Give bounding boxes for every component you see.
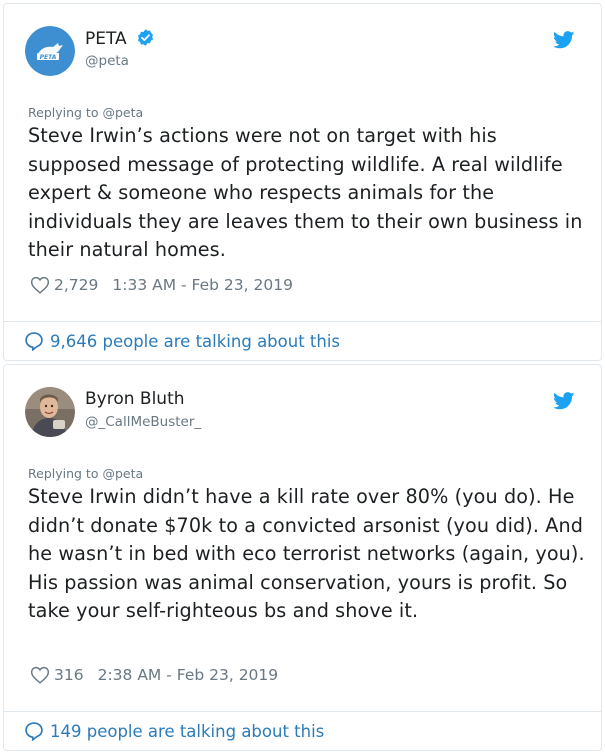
peta-logo-icon: PETA: [25, 26, 75, 76]
talking-text[interactable]: 9,646 people are talking about this: [50, 332, 340, 351]
handle[interactable]: @peta: [85, 53, 129, 69]
twitter-bird-icon[interactable]: [553, 392, 575, 414]
name-row: PETA: [85, 28, 155, 51]
speech-bubble-icon: [24, 721, 44, 741]
talking-text[interactable]: 149 people are talking about this: [50, 722, 324, 741]
handle[interactable]: @_CallMeBuster_: [85, 414, 201, 430]
replying-to[interactable]: Replying to @peta: [28, 105, 143, 120]
verified-badge-icon: [136, 28, 155, 51]
tweet-text: Steve Irwin didn’t have a kill rate over…: [28, 485, 585, 622]
divider: [4, 711, 601, 712]
like-count[interactable]: 316: [54, 666, 84, 684]
replying-to[interactable]: Replying to @peta: [28, 466, 143, 481]
speech-bubble-icon: [24, 331, 44, 351]
heart-icon[interactable]: [30, 666, 50, 684]
twitter-bird-icon[interactable]: [553, 31, 575, 53]
like-count[interactable]: 2,729: [54, 276, 98, 294]
profile-photo-icon: [25, 387, 75, 437]
tweet-card-peta[interactable]: PETA PETA @peta Replying to @peta Steve …: [3, 3, 602, 361]
avatar[interactable]: [25, 387, 75, 437]
talking-link[interactable]: 149 people are talking about this: [24, 721, 324, 741]
avatar-logo-text: PETA: [40, 54, 57, 61]
display-name[interactable]: Byron Bluth: [85, 389, 185, 409]
talking-link[interactable]: 9,646 people are talking about this: [24, 331, 340, 351]
timestamp[interactable]: 1:33 AM - Feb 23, 2019: [112, 276, 293, 294]
divider: [4, 321, 601, 322]
name-row: Byron Bluth: [85, 389, 185, 409]
avatar[interactable]: PETA: [25, 26, 75, 76]
tweet-meta: 2,729 1:33 AM - Feb 23, 2019: [30, 276, 293, 294]
tweet-meta: 316 2:38 AM - Feb 23, 2019: [30, 666, 278, 684]
display-name[interactable]: PETA: [85, 29, 127, 49]
timestamp[interactable]: 2:38 AM - Feb 23, 2019: [98, 666, 279, 684]
tweet-text: Steve Irwin’s actions were not on target…: [28, 124, 583, 261]
tweet-card-byron[interactable]: Byron Bluth @_CallMeBuster_ Replying to …: [3, 364, 602, 751]
heart-icon[interactable]: [30, 276, 50, 294]
